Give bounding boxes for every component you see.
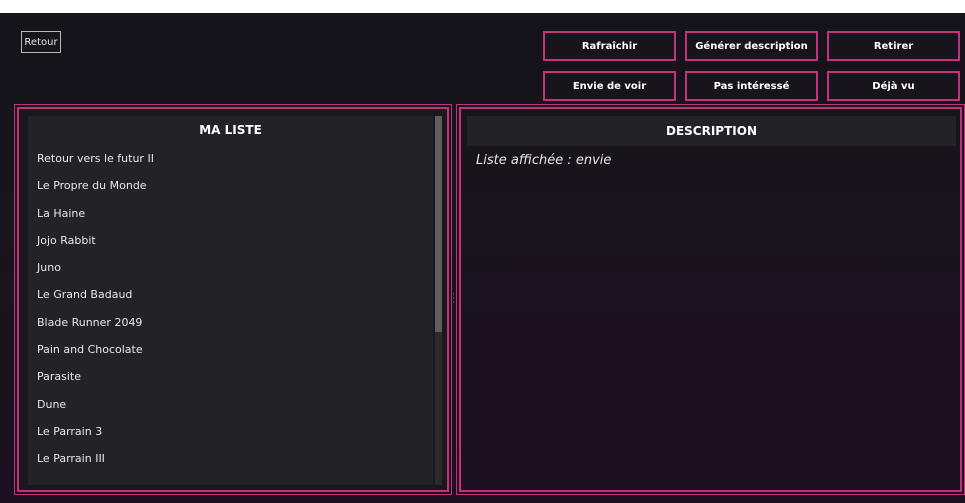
want-to-see-button[interactable]: Envie de voir <box>543 71 676 101</box>
list-item[interactable]: Parasite <box>28 363 433 390</box>
list-item[interactable]: Dune <box>28 391 433 418</box>
description-panel: DESCRIPTION Liste affichée : envie <box>456 104 965 495</box>
list-item[interactable]: La Haine <box>28 200 433 227</box>
refresh-button[interactable]: Rafraîchir <box>543 31 676 61</box>
generate-description-button[interactable]: Générer description <box>685 31 818 61</box>
list-item[interactable]: Le Propre du Monde <box>28 172 433 199</box>
remove-button[interactable]: Retirer <box>827 31 960 61</box>
list-item[interactable]: Jojo Rabbit <box>28 227 433 254</box>
list-item[interactable]: Retour vers le futur II <box>28 145 433 172</box>
description-text: Liste affichée : envie <box>476 153 612 168</box>
not-interested-button[interactable]: Pas intéressé <box>685 71 818 101</box>
list-item[interactable]: Le Parrain 3 <box>28 418 433 445</box>
list-item[interactable]: Blade Runner 2049 <box>28 309 433 336</box>
splitter-grip-icon[interactable]: · · · <box>452 291 455 308</box>
app-window: Retour Rafraîchir Générer description Re… <box>0 13 965 503</box>
scrollbar-thumb[interactable] <box>435 116 442 332</box>
list-item[interactable]: Le Parrain III <box>28 445 433 472</box>
back-button[interactable]: Retour <box>21 31 61 53</box>
already-seen-button[interactable]: Déjà vu <box>827 71 960 101</box>
list-card: MA LISTE Retour vers le futur II Le Prop… <box>28 116 433 485</box>
list-item[interactable]: Juno <box>28 254 433 281</box>
list-panel: MA LISTE Retour vers le futur II Le Prop… <box>14 104 452 495</box>
list-scrollbar[interactable] <box>435 116 442 485</box>
description-title: DESCRIPTION <box>467 116 956 146</box>
list-title: MA LISTE <box>199 123 262 137</box>
movie-list: Retour vers le futur II Le Propre du Mon… <box>28 145 433 473</box>
list-item[interactable]: Pain and Chocolate <box>28 336 433 363</box>
list-item[interactable]: Le Grand Badaud <box>28 281 433 308</box>
